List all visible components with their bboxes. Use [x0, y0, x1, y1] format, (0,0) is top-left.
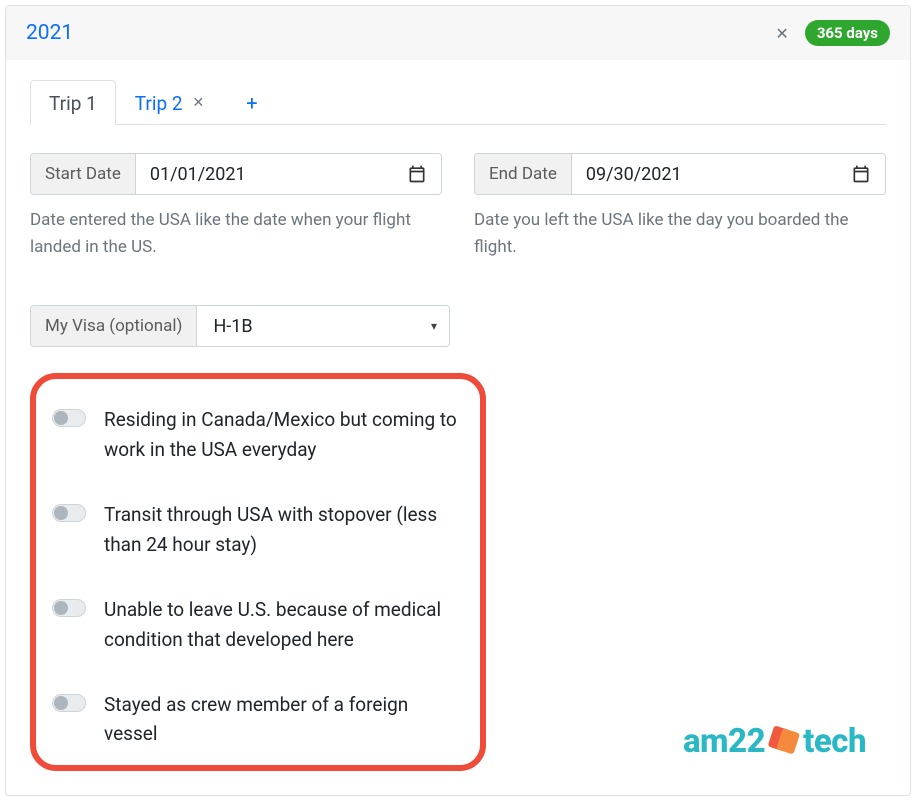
visa-select[interactable]: H-1B ▾ — [197, 306, 449, 346]
start-date-helper: Date entered the USA like the date when … — [30, 207, 442, 261]
year-panel: 2021 ✕ 365 days Trip 1 Trip 2 ✕ + Start … — [5, 5, 911, 796]
end-date-label: End Date — [475, 154, 572, 194]
toggle-crew: Stayed as crew member of a foreign vesse… — [52, 690, 466, 749]
end-date-group: End Date 09/30/2021 — [474, 153, 886, 195]
end-date-helper: Date you left the USA like the day you b… — [474, 207, 886, 261]
toggle-transit: Transit through USA with stopover (less … — [52, 500, 466, 559]
toggle-commuter: Residing in Canada/Mexico but coming to … — [52, 405, 466, 464]
tab-label: Trip 2 — [135, 92, 183, 115]
clipboard-icon — [764, 721, 804, 761]
start-date-col: Start Date 01/01/2021 Date entered the U… — [30, 153, 442, 261]
brand-text-1: am22 — [683, 722, 765, 761]
panel-header: 2021 ✕ 365 days — [6, 6, 910, 60]
close-icon[interactable]: ✕ — [193, 95, 205, 111]
year-link[interactable]: 2021 — [26, 21, 73, 45]
toggle-switch[interactable] — [52, 694, 86, 712]
start-date-label: Start Date — [31, 154, 136, 194]
toggle-medical: Unable to leave U.S. because of medical … — [52, 595, 466, 654]
visa-row: My Visa (optional) H-1B ▾ — [30, 305, 886, 347]
tab-label: Trip 1 — [49, 92, 97, 115]
visa-group: My Visa (optional) H-1B ▾ — [30, 305, 450, 347]
brand-logo: am22 tech — [683, 722, 866, 761]
start-date-input[interactable]: 01/01/2021 — [136, 154, 441, 194]
brand-text-2: tech — [803, 722, 866, 761]
tab-trip2[interactable]: Trip 2 ✕ — [116, 80, 224, 125]
toggle-switch[interactable] — [52, 599, 86, 617]
toggle-label: Unable to leave U.S. because of medical … — [104, 595, 466, 654]
end-date-value: 09/30/2021 — [586, 164, 682, 185]
end-date-col: End Date 09/30/2021 Date you left the US… — [474, 153, 886, 261]
visa-selected-value: H-1B — [213, 316, 252, 337]
calendar-icon — [851, 164, 871, 184]
chevron-down-icon: ▾ — [431, 319, 437, 333]
toggle-label: Transit through USA with stopover (less … — [104, 500, 466, 559]
tab-trip1[interactable]: Trip 1 — [30, 80, 116, 125]
calendar-icon — [407, 164, 427, 184]
toggle-switch[interactable] — [52, 409, 86, 427]
visa-label: My Visa (optional) — [31, 306, 197, 346]
add-trip-button[interactable]: + — [223, 80, 280, 125]
header-actions: ✕ 365 days — [775, 20, 890, 46]
close-icon[interactable]: ✕ — [775, 24, 788, 43]
toggle-label: Residing in Canada/Mexico but coming to … — [104, 405, 466, 464]
days-badge: 365 days — [805, 20, 890, 46]
start-date-value: 01/01/2021 — [150, 164, 246, 185]
toggle-switch[interactable] — [52, 504, 86, 522]
plus-icon: + — [246, 91, 257, 115]
trip-tabs: Trip 1 Trip 2 ✕ + — [30, 80, 886, 125]
date-row: Start Date 01/01/2021 Date entered the U… — [30, 153, 886, 261]
panel-body: Trip 1 Trip 2 ✕ + Start Date 01/01/2021 — [6, 60, 910, 795]
start-date-group: Start Date 01/01/2021 — [30, 153, 442, 195]
toggle-label: Stayed as crew member of a foreign vesse… — [104, 690, 466, 749]
end-date-input[interactable]: 09/30/2021 — [572, 154, 885, 194]
exemption-toggles: Residing in Canada/Mexico but coming to … — [30, 373, 486, 771]
